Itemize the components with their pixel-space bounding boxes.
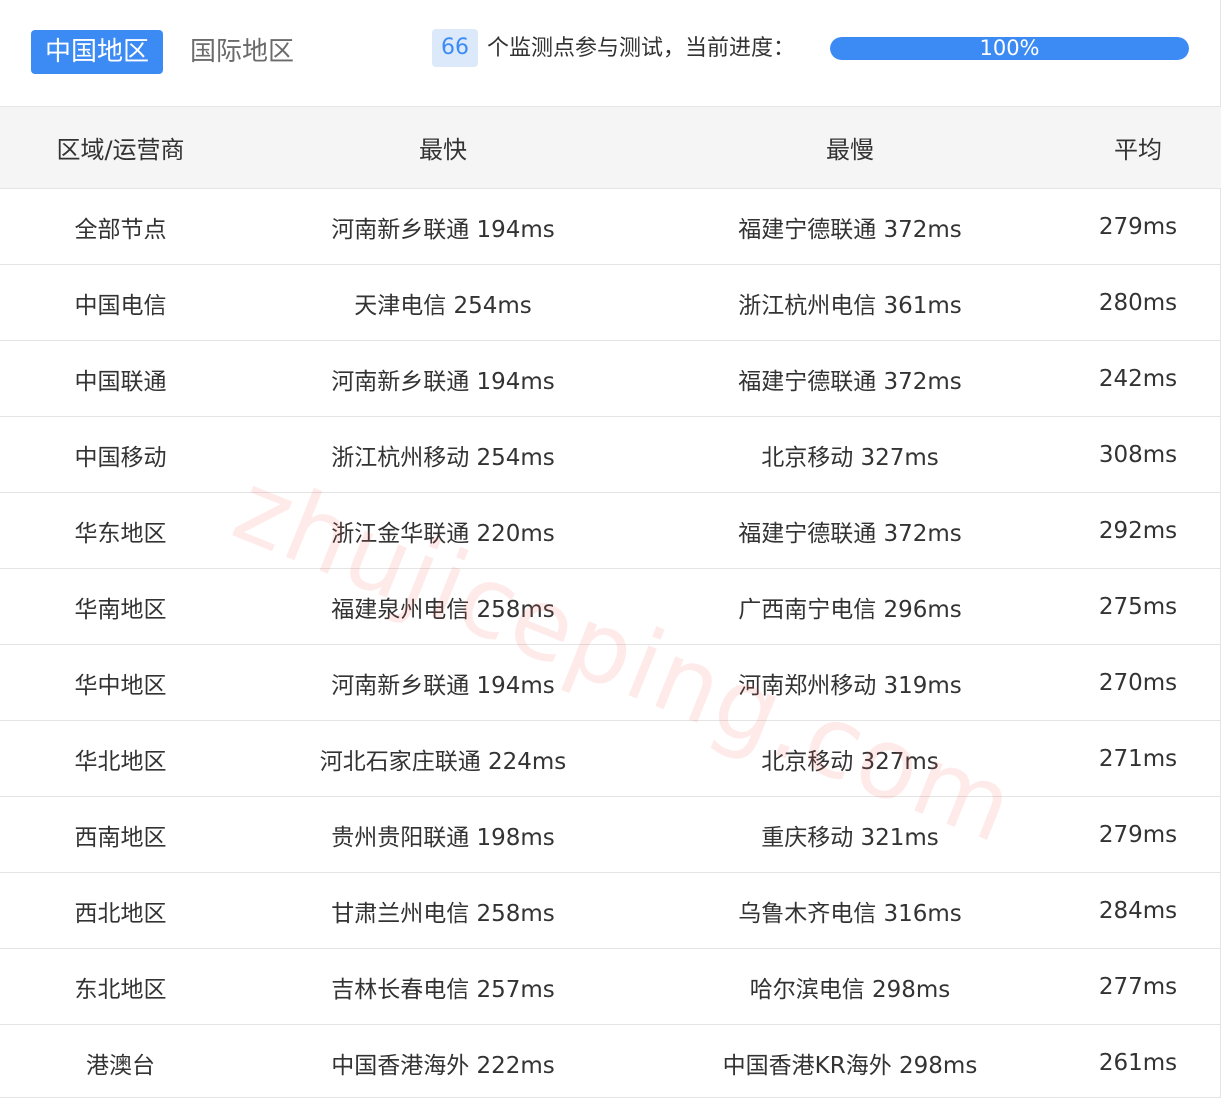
cell-region: 华东地区 <box>0 492 241 569</box>
top-bar: 中国地区 国际地区 66 个监测点参与测试，当前进度： 100% <box>0 0 1221 107</box>
table-row: 西北地区 甘肃兰州电信 258ms 乌鲁木齐电信 316ms 284ms <box>0 872 1221 949</box>
cell-region: 中国联通 <box>0 340 241 417</box>
cell-fastest: 福建泉州电信 258ms <box>241 568 645 645</box>
table-row: 华东地区 浙江金华联通 220ms 福建宁德联通 372ms 292ms <box>0 492 1221 569</box>
cell-average: 279ms <box>1055 796 1221 873</box>
tab-china[interactable]: 中国地区 <box>31 30 163 74</box>
header-region: 区域/运营商 <box>0 107 241 189</box>
header-average: 平均 <box>1055 107 1221 189</box>
cell-slowest: 乌鲁木齐电信 316ms <box>645 872 1055 949</box>
cell-fastest: 贵州贵阳联通 198ms <box>241 796 645 873</box>
table-row: 中国移动 浙江杭州移动 254ms 北京移动 327ms 308ms <box>0 416 1221 493</box>
cell-average: 271ms <box>1055 720 1221 797</box>
cell-fastest: 河南新乡联通 194ms <box>241 188 645 265</box>
cell-region: 华南地区 <box>0 568 241 645</box>
cell-slowest: 福建宁德联通 372ms <box>645 340 1055 417</box>
header-fastest: 最快 <box>241 107 645 189</box>
cell-slowest: 河南郑州移动 319ms <box>645 644 1055 721</box>
cell-slowest: 重庆移动 321ms <box>645 796 1055 873</box>
cell-slowest: 中国香港KR海外 298ms <box>722 1052 978 1079</box>
monitor-count-badge: 66 <box>432 29 478 67</box>
tab-international[interactable]: 国际地区 <box>190 30 294 74</box>
progress-label: 100% <box>979 37 1040 60</box>
cell-region: 华北地区 <box>0 720 241 797</box>
cell-region: 全部节点 <box>0 188 241 265</box>
results-panel: 中国地区 国际地区 66 个监测点参与测试，当前进度： 100% 区域/运营商 … <box>0 0 1221 1098</box>
progress-bar: 100% <box>830 37 1189 60</box>
cell-fastest: 河南新乡联通 194ms <box>241 644 645 721</box>
cell-region: 华中地区 <box>0 644 241 721</box>
cell-region: 西北地区 <box>0 872 241 949</box>
cell-slowest: 福建宁德联通 372ms <box>645 188 1055 265</box>
table-row: 西南地区 贵州贵阳联通 198ms 重庆移动 321ms 279ms <box>0 796 1221 873</box>
table-row: 华南地区 福建泉州电信 258ms 广西南宁电信 296ms 275ms <box>0 568 1221 645</box>
table-row: 华中地区 河南新乡联通 194ms 河南郑州移动 319ms 270ms <box>0 644 1221 721</box>
table-row: 港澳台 中国香港海外 222ms 中国香港KR海外 298ms 261ms <box>0 1025 1221 1100</box>
cell-average: 277ms <box>1055 948 1221 1025</box>
cell-region: 中国移动 <box>0 416 241 493</box>
cell-slowest: 浙江杭州电信 361ms <box>645 264 1055 341</box>
cell-fastest: 天津电信 254ms <box>241 264 645 341</box>
cell-fastest: 中国香港海外 222ms <box>331 1052 555 1079</box>
cell-slowest: 北京移动 327ms <box>645 416 1055 493</box>
cell-average: 270ms <box>1055 644 1221 721</box>
cell-fastest: 浙江金华联通 220ms <box>241 492 645 569</box>
cell-average: 279ms <box>1055 188 1221 265</box>
table-header-row: 区域/运营商 最快 最慢 平均 <box>0 107 1221 189</box>
cell-fastest: 浙江杭州移动 254ms <box>241 416 645 493</box>
cell-average: 275ms <box>1055 568 1221 645</box>
cell-slowest: 北京移动 327ms <box>645 720 1055 797</box>
table-row: 东北地区 吉林长春电信 257ms 哈尔滨电信 298ms 277ms <box>0 948 1221 1025</box>
cell-region: 东北地区 <box>0 948 241 1025</box>
cell-average: 280ms <box>1055 264 1221 341</box>
cell-average: 292ms <box>1055 492 1221 569</box>
cell-region: 中国电信 <box>0 264 241 341</box>
table-row: 中国电信 天津电信 254ms 浙江杭州电信 361ms 280ms <box>0 264 1221 341</box>
table-row: 全部节点 河南新乡联通 194ms 福建宁德联通 372ms 279ms <box>0 188 1221 265</box>
cell-region: 港澳台 <box>86 1052 155 1079</box>
cell-average: 261ms <box>1098 1049 1178 1076</box>
cell-fastest: 河南新乡联通 194ms <box>241 340 645 417</box>
cell-slowest: 福建宁德联通 372ms <box>645 492 1055 569</box>
cell-average: 308ms <box>1055 416 1221 493</box>
cell-region: 西南地区 <box>0 796 241 873</box>
table-row: 华北地区 河北石家庄联通 224ms 北京移动 327ms 271ms <box>0 720 1221 797</box>
cell-fastest: 河北石家庄联通 224ms <box>241 720 645 797</box>
header-slowest: 最慢 <box>645 107 1055 189</box>
cell-average: 284ms <box>1055 872 1221 949</box>
cell-average: 242ms <box>1055 340 1221 417</box>
results-table: 区域/运营商 最快 最慢 平均 全部节点 河南新乡联通 194ms 福建宁德联通… <box>0 107 1221 1100</box>
cell-slowest: 哈尔滨电信 298ms <box>645 948 1055 1025</box>
cell-fastest: 吉林长春电信 257ms <box>241 948 645 1025</box>
cell-slowest: 广西南宁电信 296ms <box>645 568 1055 645</box>
table-row: 中国联通 河南新乡联通 194ms 福建宁德联通 372ms 242ms <box>0 340 1221 417</box>
monitor-status-text: 个监测点参与测试，当前进度： <box>487 36 796 61</box>
cell-fastest: 甘肃兰州电信 258ms <box>241 872 645 949</box>
